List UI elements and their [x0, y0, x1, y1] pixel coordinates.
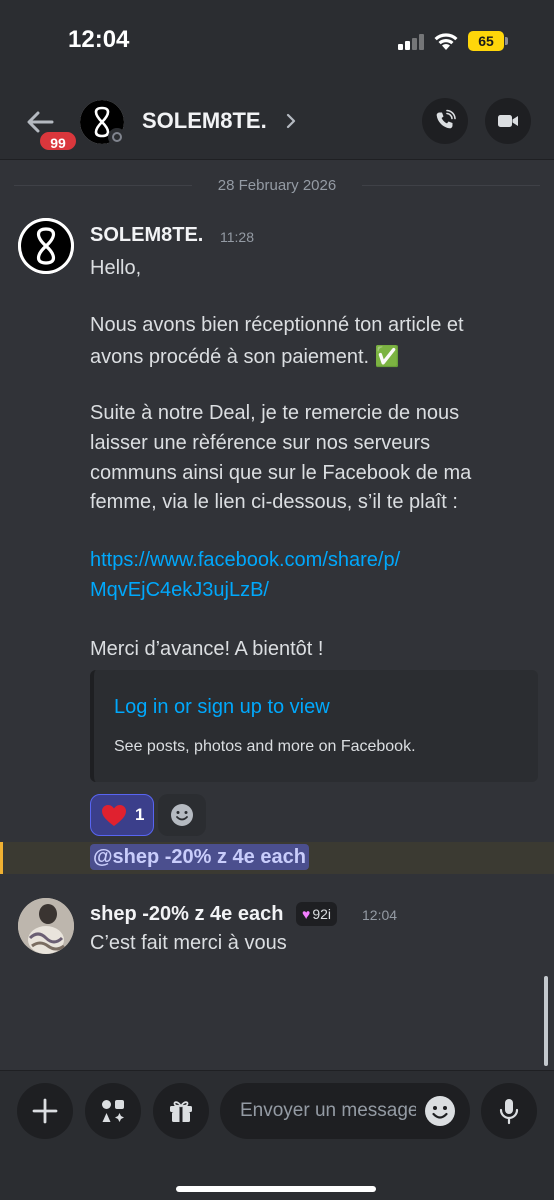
- unread-badge: 99: [38, 130, 78, 152]
- message-text: Nous avons bien réceptionné ton article …: [90, 314, 464, 336]
- avatar[interactable]: [18, 898, 74, 954]
- embed-description: See posts, photos and more on Facebook.: [114, 738, 416, 755]
- message-timestamp: 11:28: [220, 229, 254, 245]
- chevron-right-icon[interactable]: [284, 110, 298, 132]
- message-text: Merci d’avance! A bientôt !: [90, 638, 324, 660]
- call-button[interactable]: [422, 98, 468, 144]
- user-mention[interactable]: @shep -20% z 4e each: [90, 844, 309, 870]
- message-input[interactable]: [240, 1083, 416, 1139]
- message-link[interactable]: https://www.facebook.com/share/p/: [90, 549, 400, 572]
- offline-status-icon: [108, 128, 126, 146]
- user-photo-icon: [18, 898, 74, 954]
- apps-button[interactable]: [85, 1083, 141, 1139]
- video-camera-icon: [498, 115, 518, 127]
- emoji-button[interactable]: [424, 1095, 456, 1127]
- message-text: communs ainsi que sur le Facebook de ma: [90, 462, 472, 484]
- message-composer: [0, 1070, 554, 1200]
- cellular-signal-icon: [398, 34, 428, 50]
- mention-highlight: @shep -20% z 4e each: [0, 842, 554, 874]
- channel-name[interactable]: SOLEM8TE.: [142, 108, 267, 134]
- apps-icon: [102, 1100, 124, 1122]
- message-timestamp: 12:04: [362, 907, 398, 923]
- add-reaction-button[interactable]: [158, 794, 206, 836]
- channel-header: 99 SOLEM8TE.: [0, 84, 554, 160]
- message-text: laisser une rèférence sur nos serveurs: [90, 432, 431, 454]
- phone-icon: [436, 109, 456, 129]
- smiley-icon: [425, 1096, 455, 1126]
- message-text: avons procédé à son paiement. ✅: [90, 346, 400, 368]
- status-bar: 12:04 65: [0, 0, 554, 84]
- home-indicator[interactable]: [176, 1186, 376, 1192]
- server-tag-label: 92i: [312, 906, 331, 922]
- reaction-heart[interactable]: 1: [90, 794, 154, 836]
- message-link[interactable]: MqvEjC4ekJ3ujLzB/: [90, 579, 269, 602]
- message-text: femme, via le lien ci-dessous, s’il te p…: [90, 491, 458, 513]
- attach-button[interactable]: [17, 1083, 73, 1139]
- embed-title[interactable]: Log in or sign up to view: [114, 696, 330, 719]
- mention-bar: [0, 842, 3, 874]
- microphone-icon: [499, 1099, 519, 1125]
- heart-icon: ♥: [302, 906, 311, 922]
- voice-message-button[interactable]: [481, 1083, 537, 1139]
- avatar[interactable]: [18, 218, 74, 274]
- message-text: C’est fait merci à vous: [90, 932, 287, 954]
- message-input-container: [220, 1083, 470, 1139]
- infinity-logo-icon: [18, 218, 74, 274]
- scrollbar[interactable]: [544, 976, 548, 1066]
- message-text: Suite à notre Deal, je te remercie de no…: [90, 402, 460, 424]
- gift-icon: [170, 1101, 192, 1122]
- smiley-icon: [171, 804, 193, 826]
- gift-button[interactable]: [153, 1083, 209, 1139]
- message-author[interactable]: shep -20% z 4e each: [90, 903, 283, 926]
- message-author[interactable]: SOLEM8TE.: [90, 224, 203, 247]
- server-tag-badge[interactable]: ♥ 92i: [296, 902, 337, 926]
- link-embed[interactable]: Log in or sign up to view See posts, pho…: [90, 670, 538, 782]
- plus-icon: [32, 1098, 58, 1124]
- heart-emoji-icon: [102, 805, 126, 826]
- battery-level: 65: [468, 31, 504, 51]
- status-time: 12:04: [68, 26, 130, 53]
- video-call-button[interactable]: [485, 98, 531, 144]
- message-text: Hello,: [90, 257, 142, 279]
- wifi-icon: [433, 31, 459, 51]
- reaction-count: 1: [135, 805, 145, 824]
- battery-icon: 65: [468, 31, 508, 51]
- date-divider: 28 February 2026: [14, 175, 540, 195]
